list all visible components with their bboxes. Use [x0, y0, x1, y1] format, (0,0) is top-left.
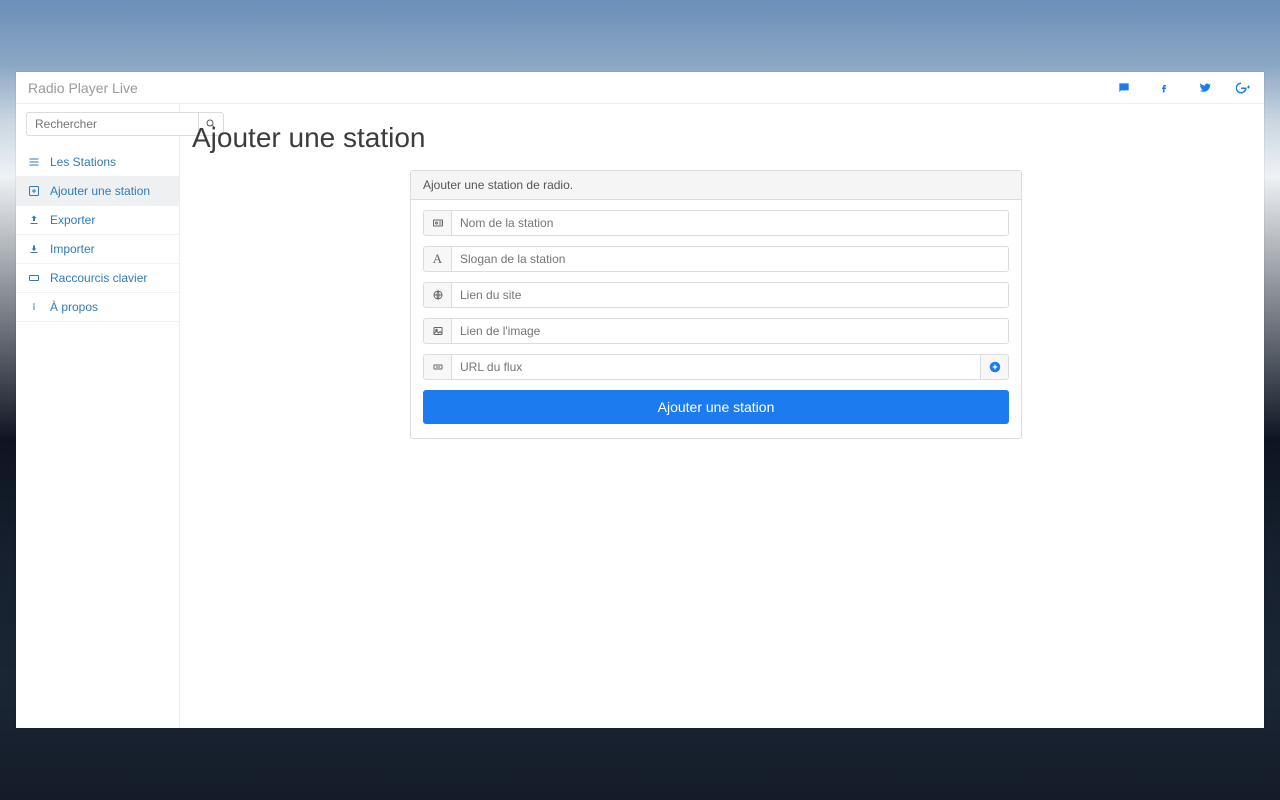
- id-card-icon: [423, 210, 451, 236]
- field-slogan: A: [423, 246, 1009, 272]
- sidebar-item-label: Les Stations: [50, 155, 116, 169]
- brand-title: Radio Player Live: [28, 80, 138, 96]
- topbar: Radio Player Live: [16, 72, 1264, 104]
- sidebar-item-label: À propos: [50, 300, 98, 314]
- sidebar: Les Stations Ajouter une station Exporte…: [16, 104, 180, 728]
- add-flux-button[interactable]: [981, 354, 1009, 380]
- station-site-input[interactable]: [451, 282, 1009, 308]
- field-flux: [423, 354, 1009, 380]
- keyboard-icon: [28, 272, 40, 284]
- search-input[interactable]: [26, 112, 198, 136]
- sidebar-item-export[interactable]: Exporter: [16, 206, 179, 235]
- info-icon: [28, 301, 40, 313]
- facebook-icon[interactable]: [1156, 80, 1172, 96]
- globe-icon: [423, 282, 451, 308]
- app-body: Les Stations Ajouter une station Exporte…: [16, 104, 1264, 728]
- field-site: [423, 282, 1009, 308]
- plus-square-icon: [28, 185, 40, 197]
- app-window: Radio Player Live: [16, 72, 1264, 728]
- main-content: Ajouter une station Ajouter une station …: [180, 104, 1264, 728]
- sidebar-item-stations[interactable]: Les Stations: [16, 148, 179, 177]
- panel-header: Ajouter une station de radio.: [411, 171, 1021, 200]
- sidebar-item-add-station[interactable]: Ajouter une station: [16, 177, 179, 206]
- stream-icon: [423, 354, 451, 380]
- panel-body: A: [411, 200, 1021, 438]
- upload-icon: [28, 214, 40, 226]
- sidebar-item-label: Importer: [50, 242, 95, 256]
- list-icon: [28, 156, 40, 168]
- add-station-panel: Ajouter une station de radio. A: [410, 170, 1022, 439]
- sidebar-item-import[interactable]: Importer: [16, 235, 179, 264]
- submit-button[interactable]: Ajouter une station: [423, 390, 1009, 424]
- sidebar-item-label: Ajouter une station: [50, 184, 150, 198]
- twitter-icon[interactable]: [1196, 80, 1212, 96]
- comment-icon[interactable]: [1116, 80, 1132, 96]
- station-slogan-input[interactable]: [451, 246, 1009, 272]
- sidebar-item-about[interactable]: À propos: [16, 293, 179, 322]
- page-title: Ajouter une station: [192, 122, 1240, 154]
- google-plus-icon[interactable]: [1236, 80, 1252, 96]
- field-image: [423, 318, 1009, 344]
- image-icon: [423, 318, 451, 344]
- field-name: [423, 210, 1009, 236]
- sidebar-item-shortcuts[interactable]: Raccourcis clavier: [16, 264, 179, 293]
- station-flux-input[interactable]: [451, 354, 981, 380]
- station-image-input[interactable]: [451, 318, 1009, 344]
- topbar-social: [1116, 80, 1252, 96]
- search-row: [16, 104, 179, 144]
- plus-circle-icon: [988, 360, 1002, 374]
- font-icon: A: [423, 246, 451, 272]
- sidebar-item-label: Exporter: [50, 213, 95, 227]
- download-icon: [28, 243, 40, 255]
- sidebar-nav: Les Stations Ajouter une station Exporte…: [16, 144, 179, 322]
- station-name-input[interactable]: [451, 210, 1009, 236]
- sidebar-item-label: Raccourcis clavier: [50, 271, 147, 285]
